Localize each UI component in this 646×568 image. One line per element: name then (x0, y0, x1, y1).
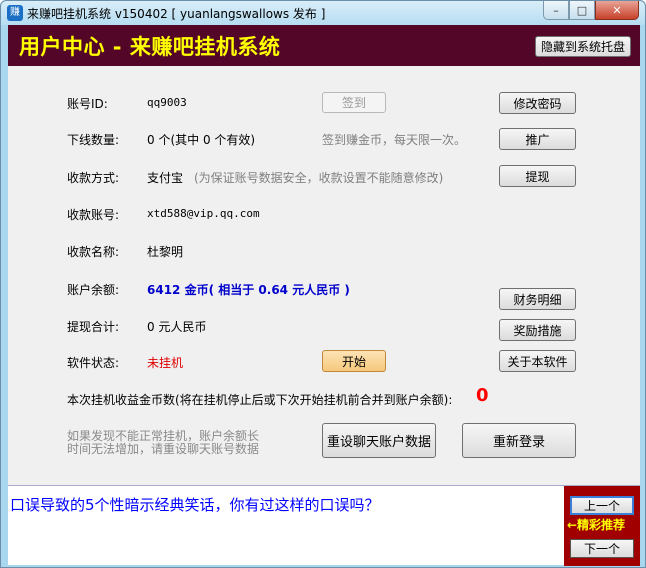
signin-hint: 签到赚金币，每天限一次。 (322, 133, 467, 147)
pay-name-label: 收款名称: (67, 245, 120, 259)
prev-news-button[interactable]: 上一个 (570, 496, 634, 515)
client-area: 用户中心 - 来赚吧挂机系统 隐藏到系统托盘 账号ID: qq9003 签到 修… (8, 25, 640, 566)
account-id-label: 账号ID: (67, 97, 108, 111)
earnings-label: 本次挂机收益金币数(将在挂机停止后或下次开始挂机前合并到账户余额): (67, 393, 453, 407)
minimize-button[interactable]: – (543, 1, 569, 20)
downline-value: 0 个(其中 0 个有效) (147, 133, 256, 147)
reset-chat-data-button[interactable]: 重设聊天账户数据 (322, 423, 436, 458)
pay-account-value: xtd588@vip.qq.com (147, 207, 260, 220)
start-button[interactable]: 开始 (322, 350, 386, 372)
withdraw-total-value: 0 元人民币 (147, 320, 207, 334)
header-banner: 用户中心 - 来赚吧挂机系统 隐藏到系统托盘 (8, 25, 640, 66)
news-headline-link[interactable]: 口误导致的5个性暗示经典笑话，你有过这样的口误吗？ (10, 494, 380, 515)
window-title: 来赚吧挂机系统 v150402 [ yuanlangswallows 发布 ] (27, 7, 326, 21)
pay-method-label: 收款方式: (67, 171, 120, 185)
pay-name-value: 杜黎明 (147, 245, 184, 259)
reset-hint: 如果发现不能正常挂机，账户余额长 时间无法增加，请重设聊天账号数据 (67, 430, 259, 456)
reward-button[interactable]: 奖励措施 (499, 319, 576, 341)
hide-to-tray-button[interactable]: 隐藏到系统托盘 (535, 36, 631, 57)
pay-account-label: 收款账号: (67, 208, 120, 222)
pay-method-value: 支付宝 (147, 171, 184, 185)
status-value: 未挂机 (147, 356, 184, 370)
promote-button[interactable]: 推广 (499, 128, 576, 150)
about-button[interactable]: 关于本软件 (499, 350, 576, 372)
news-panel: 口误导致的5个性暗示经典笑话，你有过这样的口误吗？ 上一个 ←精彩推荐 下一个 (8, 485, 640, 566)
title-bar: 赚 来赚吧挂机系统 v150402 [ yuanlangswallows 发布 … (1, 1, 645, 25)
finance-details-button[interactable]: 财务明细 (499, 288, 576, 310)
account-id-value: qq9003 (147, 96, 187, 109)
news-nav: 上一个 ←精彩推荐 下一个 (564, 486, 640, 566)
signin-button[interactable]: 签到 (322, 92, 386, 113)
balance-value: 6412 金币( 相当于 0.64 元人民币 ) (147, 283, 350, 297)
earnings-value: 0 (476, 385, 489, 406)
featured-label: ←精彩推荐 (567, 518, 626, 532)
page-title: 用户中心 - 来赚吧挂机系统 (19, 35, 281, 59)
change-password-button[interactable]: 修改密码 (499, 92, 576, 114)
app-window: 赚 来赚吧挂机系统 v150402 [ yuanlangswallows 发布 … (0, 0, 646, 568)
close-button[interactable]: ✕ (595, 1, 639, 20)
relogin-button[interactable]: 重新登录 (462, 423, 576, 458)
reset-hint-line2: 时间无法增加，请重设聊天账号数据 (67, 442, 260, 456)
downline-label: 下线数量: (67, 133, 120, 147)
app-icon: 赚 (7, 5, 23, 21)
window-controls: – □ ✕ (543, 1, 639, 20)
maximize-button[interactable]: □ (569, 1, 595, 20)
status-label: 软件状态: (67, 356, 120, 370)
pay-method-note: (为保证账号数据安全，收款设置不能随意修改) (194, 171, 444, 185)
withdraw-button[interactable]: 提现 (499, 165, 576, 187)
withdraw-total-label: 提现合计: (67, 320, 120, 334)
next-news-button[interactable]: 下一个 (570, 539, 634, 558)
balance-label: 账户余额: (67, 283, 120, 297)
